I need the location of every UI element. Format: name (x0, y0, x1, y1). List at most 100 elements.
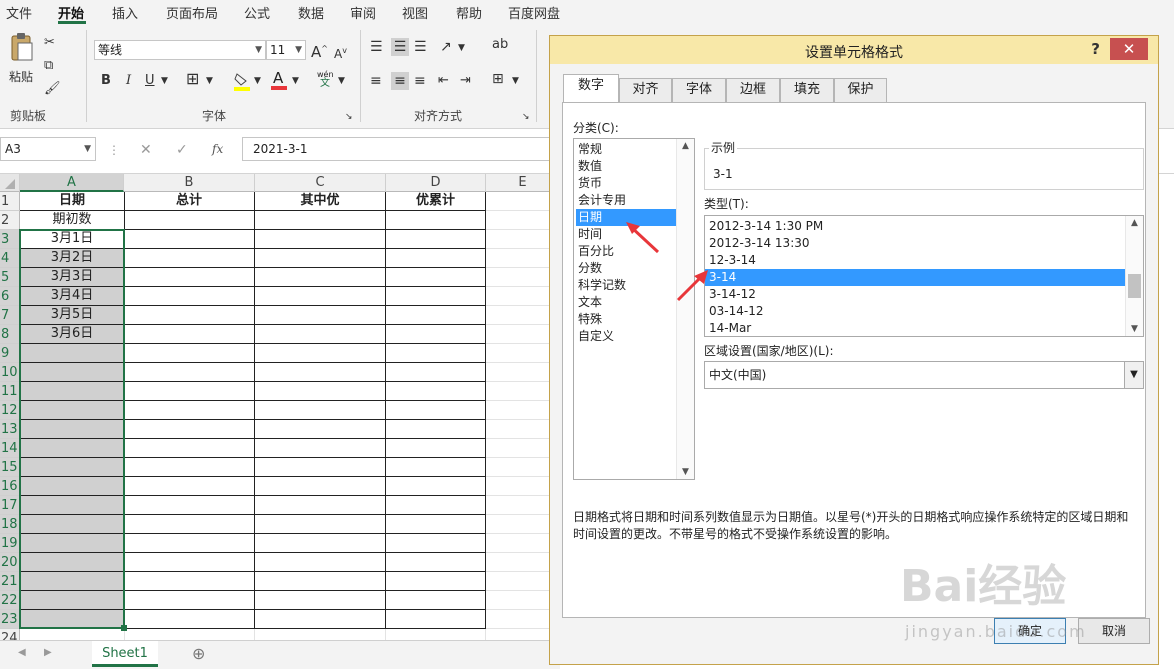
cell[interactable]: 3月6日 (20, 325, 125, 344)
cell[interactable] (20, 344, 125, 363)
cell[interactable] (124, 211, 255, 230)
cell[interactable] (124, 534, 255, 553)
cell[interactable] (20, 420, 125, 439)
cell[interactable] (386, 477, 486, 496)
align-left-icon[interactable]: ≡ (370, 72, 382, 90)
chevron-down-icon[interactable]: ▼ (338, 72, 345, 90)
cell[interactable] (124, 230, 255, 249)
row-header[interactable]: 8 (0, 325, 20, 344)
chevron-down-icon[interactable]: ▼ (458, 39, 465, 57)
cell[interactable]: 3月2日 (20, 249, 125, 268)
row-header[interactable]: 20 (0, 553, 20, 572)
chevron-down-icon[interactable]: ▼ (161, 72, 168, 90)
italic-button[interactable]: I (126, 72, 131, 90)
cell[interactable] (386, 211, 486, 230)
cell[interactable] (386, 496, 486, 515)
fill-handle[interactable] (121, 625, 127, 631)
cell[interactable] (255, 420, 386, 439)
category-list[interactable]: 常规 数值 货币 会计专用 日期 时间 百分比 分数 科学记数 文本 特殊 自定义 ▲ ▼ (573, 138, 695, 480)
cell[interactable] (124, 591, 255, 610)
column-header-c[interactable]: C (255, 174, 386, 192)
cell[interactable] (386, 268, 486, 287)
row-header[interactable]: 21 (0, 572, 20, 591)
scroll-left-icon[interactable]: ◀ (18, 647, 26, 658)
sheet-tab-sheet1[interactable]: Sheet1 (92, 641, 158, 667)
cell[interactable] (255, 344, 386, 363)
select-all-corner[interactable] (0, 174, 20, 192)
underline-button[interactable]: U (145, 72, 155, 90)
confirm-entry-icon[interactable]: ✓ (176, 142, 188, 158)
cell[interactable]: 3月1日 (20, 230, 125, 249)
cell[interactable] (386, 344, 486, 363)
row-header[interactable]: 23 (0, 610, 20, 629)
type-item[interactable]: 03-14-12 (705, 303, 1125, 320)
menu-data[interactable]: 数据 (298, 3, 324, 22)
copy-icon[interactable]: ⧉ (44, 57, 53, 75)
category-item[interactable]: 文本 (576, 294, 676, 311)
cell[interactable] (20, 553, 125, 572)
cell[interactable]: 优累计 (386, 192, 486, 211)
menu-review[interactable]: 审阅 (350, 3, 376, 22)
phonetic-button[interactable]: wén 文 (317, 70, 334, 89)
menu-home[interactable]: 开始 (58, 3, 84, 22)
cell[interactable]: 3月5日 (20, 306, 125, 325)
cell[interactable] (386, 287, 486, 306)
category-item[interactable]: 特殊 (576, 311, 676, 328)
cell[interactable] (124, 363, 255, 382)
cell[interactable] (124, 572, 255, 591)
scroll-up-icon[interactable]: ▲ (677, 141, 694, 151)
cell[interactable] (255, 477, 386, 496)
cell[interactable] (124, 268, 255, 287)
cell[interactable]: 3月3日 (20, 268, 125, 287)
cell[interactable] (255, 553, 386, 572)
increase-indent-icon[interactable]: ⇥ (460, 72, 471, 90)
type-item[interactable]: 2012-3-14 13:30 (705, 235, 1125, 252)
font-size-combo[interactable]: 11 ▼ (266, 40, 306, 60)
type-scroll-thumb[interactable] (1128, 274, 1141, 298)
cell[interactable] (255, 268, 386, 287)
font-name-combo[interactable]: 等线 ▼ (94, 40, 266, 60)
type-item[interactable]: 2012-3-14 1:30 PM (705, 218, 1125, 235)
alignment-dialog-launcher-icon[interactable]: ↘ (522, 108, 530, 126)
cell[interactable] (20, 572, 125, 591)
category-item[interactable]: 自定义 (576, 328, 676, 345)
cell[interactable] (255, 363, 386, 382)
type-scrollbar[interactable]: ▲ ▼ (1125, 216, 1143, 336)
paste-button[interactable]: 粘贴 (6, 32, 36, 86)
cell[interactable] (255, 572, 386, 591)
font-color-button[interactable]: A (270, 69, 288, 91)
menu-view[interactable]: 视图 (402, 3, 428, 22)
cell[interactable] (124, 420, 255, 439)
row-header[interactable]: 12 (0, 401, 20, 420)
cell[interactable] (386, 610, 486, 629)
menu-baidu-netdisk[interactable]: 百度网盘 (508, 3, 560, 22)
decrease-font-button[interactable]: Av (334, 42, 347, 63)
worksheet-grid[interactable]: A B C D E 1 日期 总计 其中优 优累计 2 期初数 3 3月1日 4 3月2日 5 3月3日… (0, 174, 560, 640)
tab-border[interactable]: 边框 (726, 78, 780, 102)
cell[interactable] (124, 477, 255, 496)
cell[interactable] (255, 439, 386, 458)
cell[interactable] (20, 363, 125, 382)
row-header[interactable]: 10 (0, 363, 20, 382)
cell[interactable] (124, 515, 255, 534)
cell[interactable] (255, 591, 386, 610)
cut-icon[interactable]: ✂ (44, 34, 55, 52)
scroll-up-icon[interactable]: ▲ (1126, 218, 1143, 228)
cell[interactable] (124, 439, 255, 458)
cancel-button[interactable]: 取消 (1078, 618, 1150, 644)
cell[interactable] (255, 610, 386, 629)
insert-function-icon[interactable]: fx (212, 142, 223, 156)
cell[interactable] (20, 534, 125, 553)
cell[interactable] (124, 325, 255, 344)
align-middle-icon[interactable]: ☰ (391, 38, 409, 56)
fill-color-button[interactable] (233, 71, 251, 91)
row-header[interactable]: 14 (0, 439, 20, 458)
cell[interactable] (20, 458, 125, 477)
cell[interactable] (386, 515, 486, 534)
row-header[interactable]: 6 (0, 287, 20, 306)
cell[interactable] (20, 629, 125, 640)
cell[interactable] (386, 420, 486, 439)
row-header[interactable]: 17 (0, 496, 20, 515)
row-header[interactable]: 4 (0, 249, 20, 268)
category-item[interactable]: 数值 (576, 158, 676, 175)
